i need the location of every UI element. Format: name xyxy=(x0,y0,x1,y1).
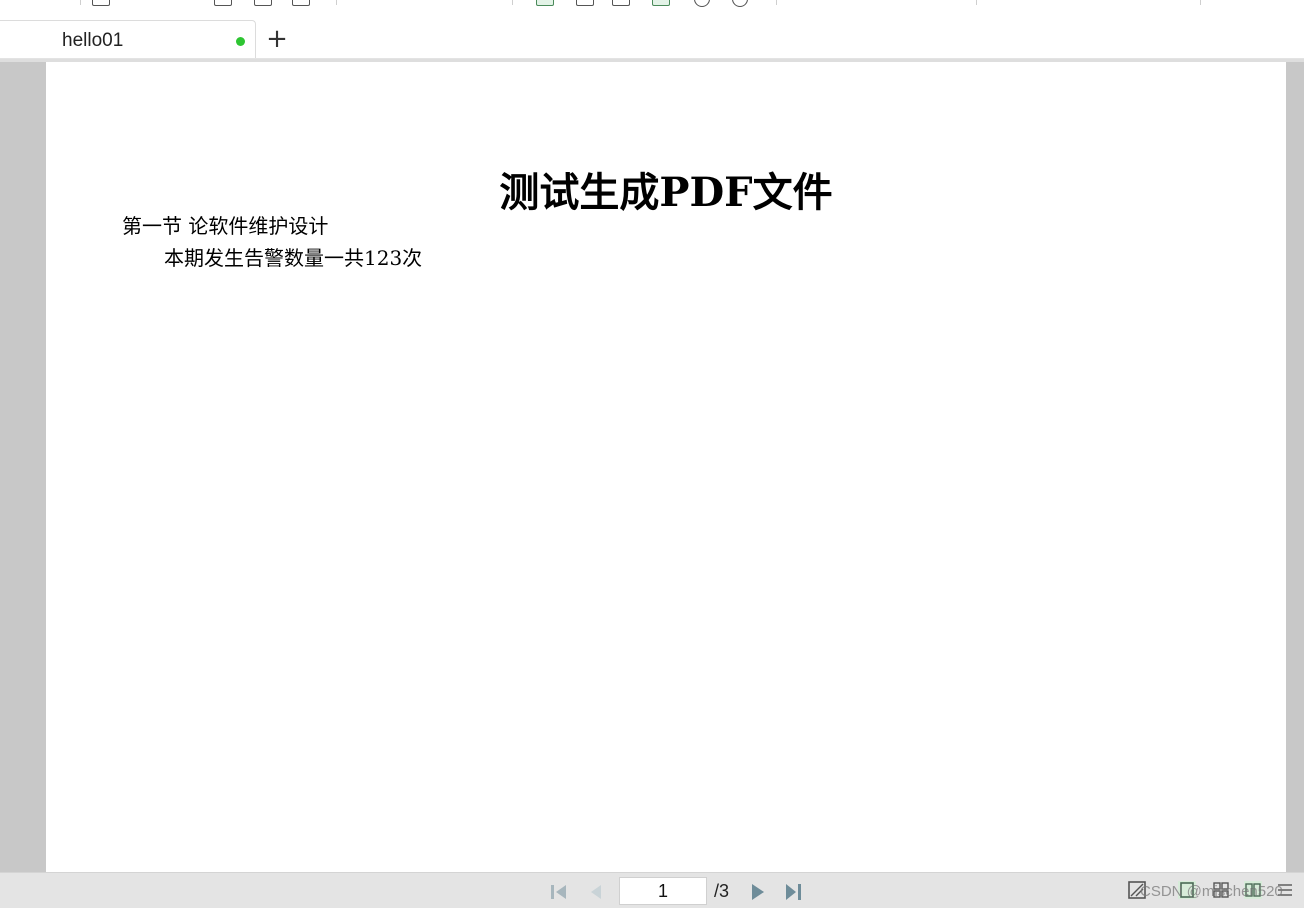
next-page-icon[interactable] xyxy=(748,882,768,902)
columns-view-icon[interactable] xyxy=(612,0,630,6)
body-paragraph: 本期发生告警数量一共123次 xyxy=(164,246,423,270)
copy-icon[interactable] xyxy=(254,0,272,6)
toolbar-separator xyxy=(336,0,337,5)
toolbar-separator xyxy=(776,0,777,5)
document-title-text: 测试生成PDF文件 xyxy=(499,169,833,216)
top-toolbar xyxy=(0,0,1304,8)
toolbar-separator xyxy=(512,0,513,5)
page-total-label: /3 xyxy=(714,881,730,901)
last-page-icon[interactable] xyxy=(784,882,804,902)
document-viewer[interactable]: 测试生成PDF文件 第一节 论软件维护设计 本期发生告警数量一共123次 xyxy=(0,59,1304,872)
previous-page-icon[interactable] xyxy=(586,882,606,902)
new-tab-button[interactable]: + xyxy=(264,26,290,52)
two-page-view-icon[interactable] xyxy=(576,0,594,6)
watermark-text: CSDN @mischen520 xyxy=(1140,883,1283,900)
page-number-input[interactable] xyxy=(619,877,707,905)
paste-icon[interactable] xyxy=(292,0,310,6)
toolbar-separator xyxy=(80,0,81,5)
save-icon[interactable] xyxy=(92,0,110,6)
zoom-out-icon[interactable] xyxy=(694,0,710,7)
toolbar-separator xyxy=(1200,0,1201,5)
pdf-page: 测试生成PDF文件 第一节 论软件维护设计 本期发生告警数量一共123次 xyxy=(46,62,1286,872)
section-heading: 第一节 论软件维护设计 xyxy=(122,214,329,238)
tab-hello01[interactable]: hello01 xyxy=(0,20,256,58)
unsaved-indicator-icon xyxy=(236,37,245,46)
toolbar-separator xyxy=(976,0,977,5)
zoom-in-icon[interactable] xyxy=(732,0,748,7)
single-page-view-icon[interactable] xyxy=(536,0,554,6)
print-icon[interactable] xyxy=(214,0,232,6)
tab-bar: hello01 + xyxy=(0,20,1304,59)
tab-label: hello01 xyxy=(62,30,124,51)
fit-page-icon[interactable] xyxy=(652,0,670,6)
page-navigation-bar: /3 CSDN @mischen520 xyxy=(0,872,1304,908)
first-page-icon[interactable] xyxy=(549,882,569,902)
